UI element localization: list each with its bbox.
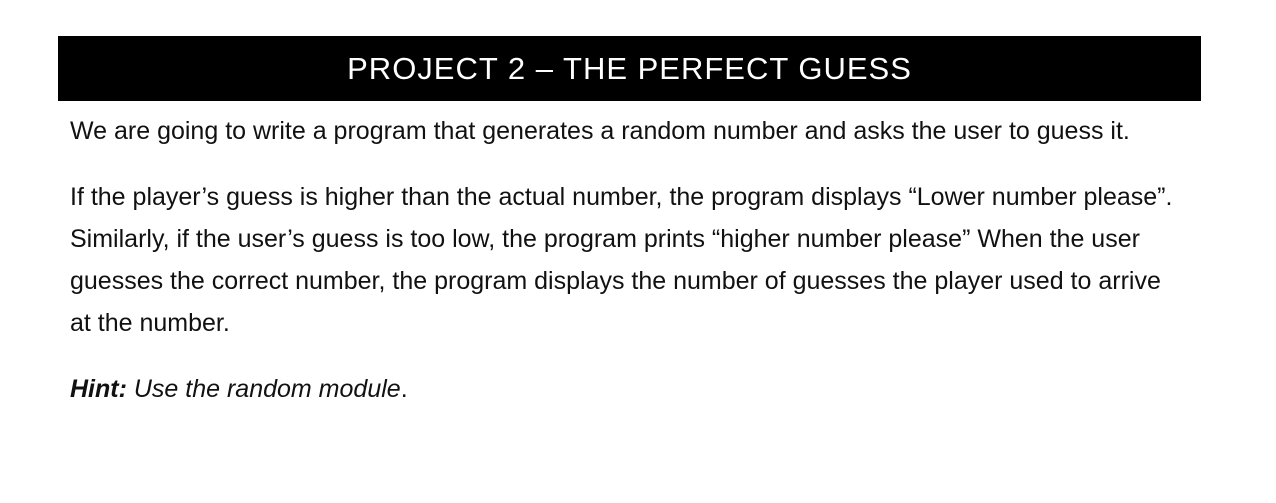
hint-text: Use the random module [126, 375, 401, 403]
paragraph-intro: We are going to write a program that gen… [70, 117, 1130, 145]
hint-line: Hint: Use the random module. [70, 368, 1180, 410]
paragraph-description: If the player’s guess is higher than the… [70, 183, 1173, 337]
hint-period: . [400, 375, 408, 403]
hint-label: Hint: [70, 375, 127, 403]
document-body: We are going to write a program that gen… [70, 110, 1180, 410]
title-bar: PROJECT 2 – THE PERFECT GUESS [58, 36, 1201, 101]
page-title: PROJECT 2 – THE PERFECT GUESS [347, 50, 912, 86]
